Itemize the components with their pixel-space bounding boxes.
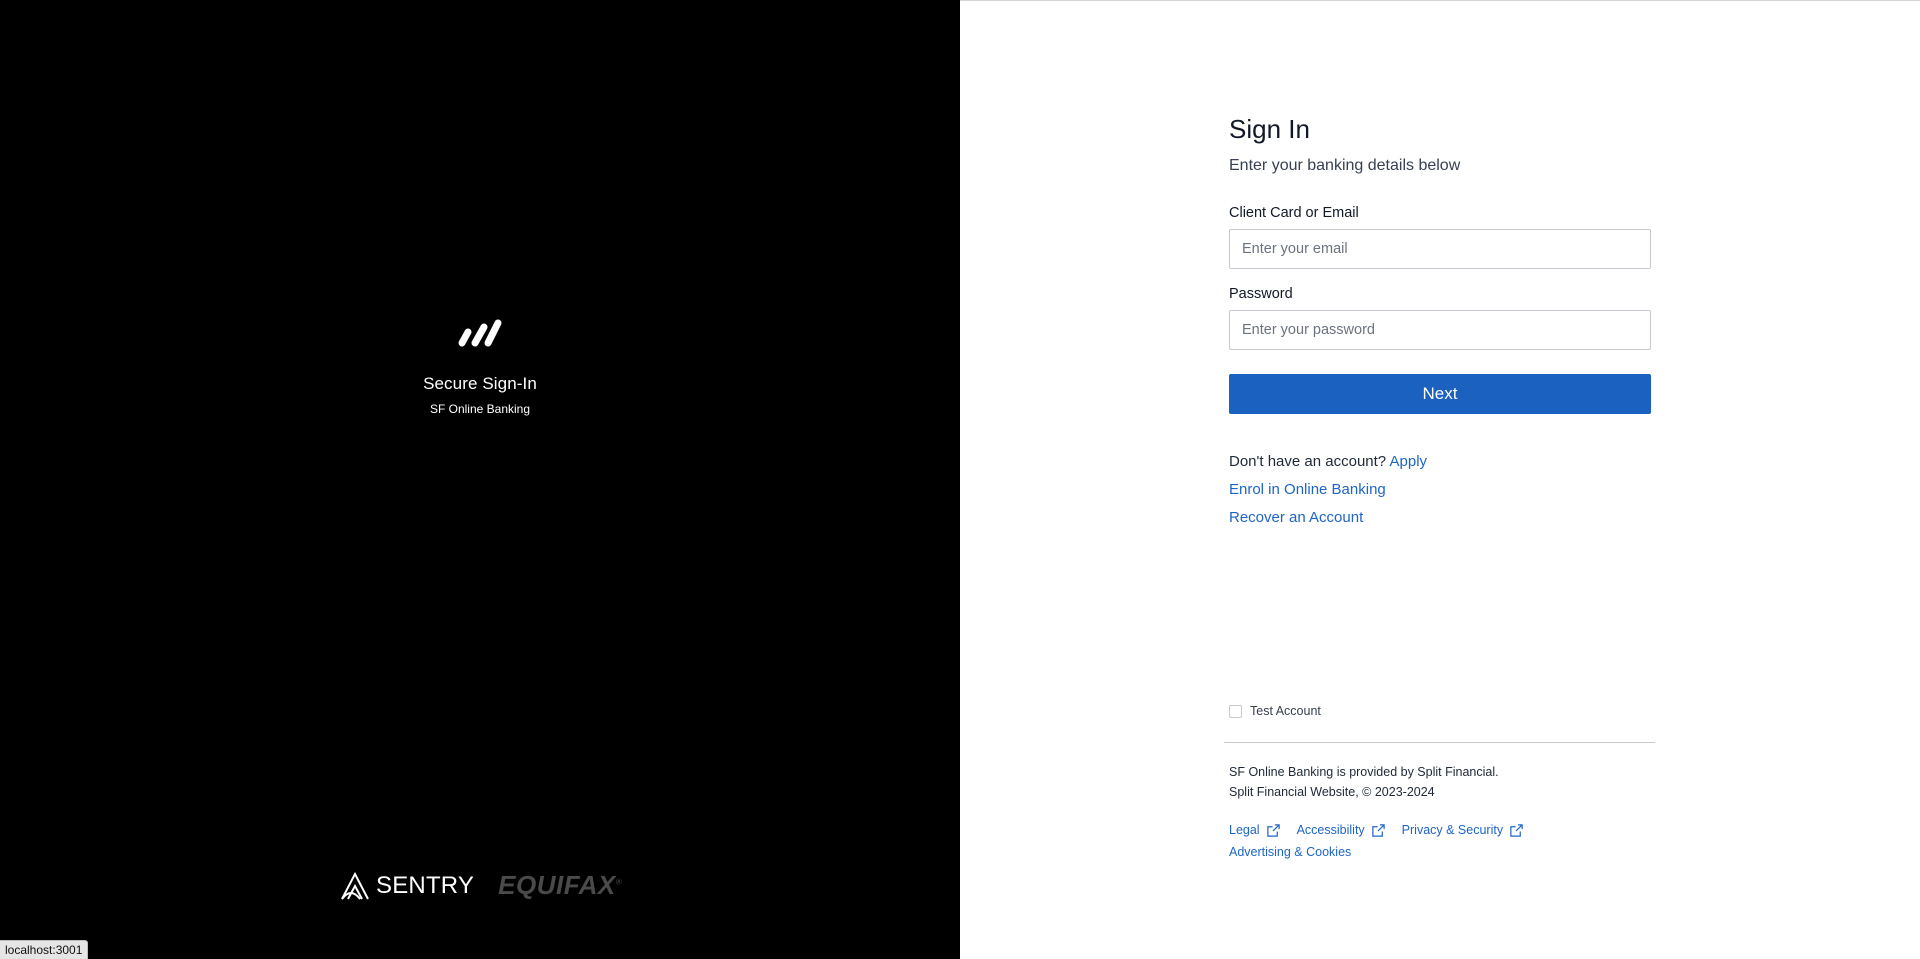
- equifax-logo: EQUIFAX®: [498, 870, 622, 901]
- test-account-option[interactable]: Test Account: [1229, 704, 1321, 718]
- accessibility-link-label: Accessibility: [1296, 823, 1365, 837]
- footer-copyright-text: Split Financial Website, © 2023-2024: [1229, 785, 1435, 799]
- brand-block: Secure Sign-In SF Online Banking: [0, 318, 960, 416]
- sentry-icon: [341, 871, 369, 900]
- no-account-text: Don't have an account?: [1229, 453, 1387, 470]
- split-financial-logo-icon: [458, 319, 502, 347]
- equifax-registered-mark: ®: [615, 877, 623, 887]
- recover-account-link[interactable]: Recover an Account: [1229, 509, 1363, 526]
- apply-row: Don't have an account? Apply: [1229, 448, 1651, 476]
- page-subtitle: Enter your banking details below: [1229, 157, 1461, 174]
- page-title: Sign In: [1229, 114, 1310, 144]
- privacy-security-link[interactable]: Privacy & Security: [1402, 819, 1524, 841]
- password-field[interactable]: [1229, 310, 1651, 350]
- partner-logos: SENTRY EQUIFAX®: [340, 870, 622, 901]
- signin-form: Sign In Enter your banking details below…: [1229, 114, 1651, 532]
- footer-divider: [1224, 742, 1655, 743]
- status-bar-url: localhost:3001: [0, 940, 89, 959]
- footer-info: SF Online Banking is provided by Split F…: [1229, 762, 1499, 802]
- sentry-logo: SENTRY: [340, 871, 474, 901]
- test-account-checkbox[interactable]: [1229, 704, 1242, 718]
- brand-title: Secure Sign-In: [423, 374, 537, 393]
- footer-provider-text: SF Online Banking is provided by Split F…: [1229, 765, 1499, 779]
- legal-link-label: Legal: [1229, 823, 1260, 837]
- apply-link[interactable]: Apply: [1390, 453, 1428, 470]
- account-links: Don't have an account? Apply Enrol in On…: [1229, 448, 1651, 532]
- sentry-wordmark: SENTRY: [376, 871, 475, 899]
- external-link-icon: [1510, 823, 1523, 837]
- privacy-security-link-label: Privacy & Security: [1401, 823, 1504, 837]
- brand-panel: Secure Sign-In SF Online Banking SENTRY …: [0, 0, 960, 959]
- brand-subtitle: SF Online Banking: [429, 402, 531, 416]
- external-link-icon: [1371, 823, 1385, 837]
- email-field[interactable]: [1229, 229, 1651, 269]
- email-label: Client Card or Email: [1229, 205, 1359, 221]
- accessibility-link[interactable]: Accessibility: [1297, 819, 1386, 841]
- password-label: Password: [1229, 286, 1293, 302]
- footer-links: Legal Accessibility Privacy & Security A…: [1229, 819, 1649, 863]
- enrol-link[interactable]: Enrol in Online Banking: [1229, 481, 1386, 498]
- test-account-label: Test Account: [1250, 704, 1321, 718]
- legal-link[interactable]: Legal: [1229, 819, 1281, 841]
- advertising-cookies-link[interactable]: Advertising & Cookies: [1229, 845, 1351, 859]
- next-button[interactable]: Next: [1229, 374, 1651, 414]
- equifax-wordmark: EQUIFAX: [498, 870, 616, 900]
- external-link-icon: [1266, 823, 1280, 837]
